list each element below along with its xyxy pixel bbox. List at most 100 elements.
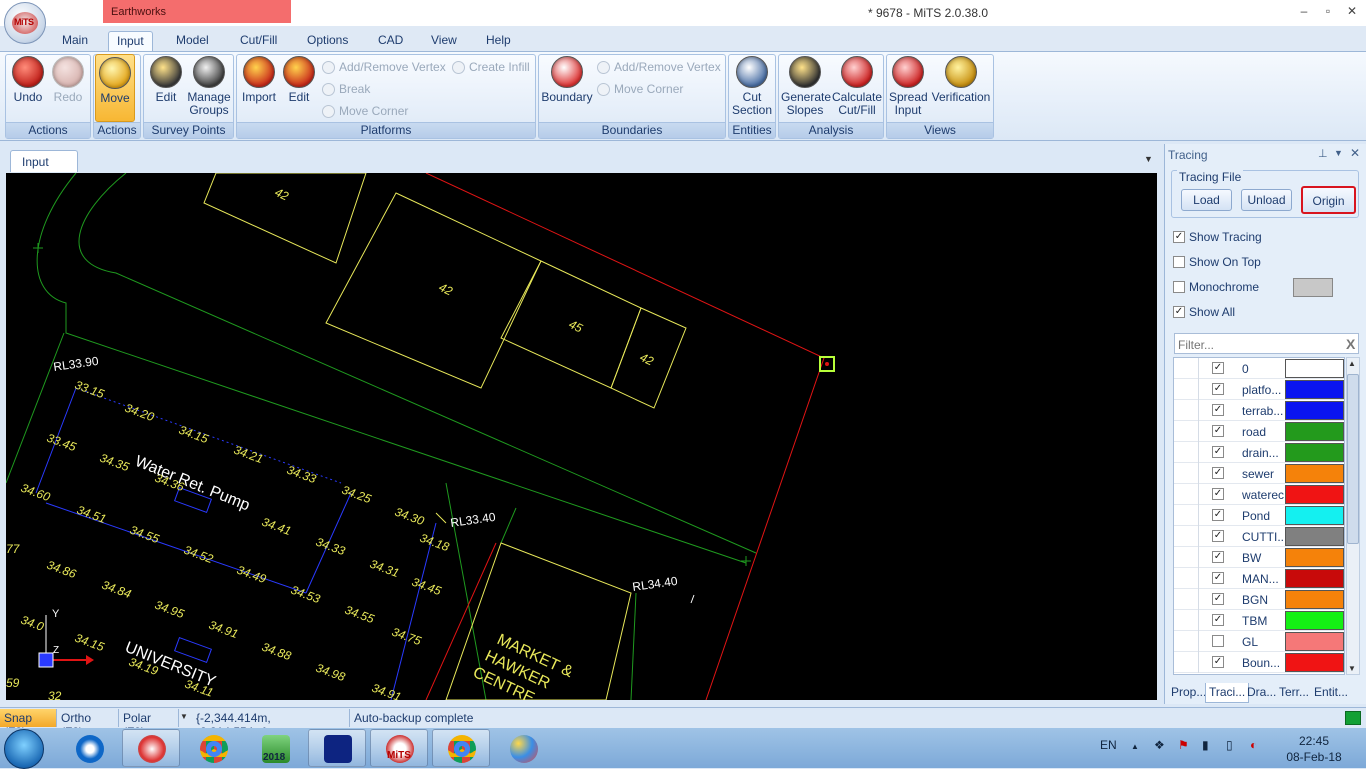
- polar-dropdown-icon[interactable]: ▼: [180, 712, 188, 721]
- layer-color-swatch[interactable]: [1285, 611, 1344, 630]
- tab-terrain[interactable]: Terr...: [1276, 683, 1312, 703]
- move-corner-button[interactable]: Move Corner: [322, 102, 408, 120]
- scroll-down-icon[interactable]: ▼: [1348, 664, 1356, 673]
- taskbar-chrome-2[interactable]: [432, 729, 490, 767]
- minimize-button[interactable]: –: [1294, 4, 1314, 20]
- monochrome-checkbox[interactable]: [1173, 281, 1185, 293]
- layer-row[interactable]: ✓ platfo...: [1174, 379, 1344, 400]
- tab-main[interactable]: Main: [54, 31, 96, 51]
- ortho-toggle[interactable]: Ortho (F8): [57, 709, 119, 739]
- tab-options[interactable]: Options: [299, 31, 356, 51]
- show-tracing-checkbox[interactable]: ✓: [1173, 231, 1185, 243]
- polar-toggle[interactable]: Polar (F9): [119, 709, 179, 739]
- tab-drawing[interactable]: Dra...: [1244, 683, 1279, 703]
- layer-row[interactable]: ✓ CUTTI...: [1174, 526, 1344, 547]
- layer-visibility-checkbox[interactable]: ✓: [1212, 425, 1224, 437]
- layer-color-swatch[interactable]: [1285, 464, 1344, 483]
- tab-input[interactable]: Input: [108, 31, 153, 51]
- dropbox-tray-icon[interactable]: ❖: [1154, 738, 1165, 752]
- redo-button[interactable]: Redo: [48, 56, 88, 104]
- start-button[interactable]: [4, 729, 44, 769]
- tab-help[interactable]: Help: [478, 31, 519, 51]
- layer-color-swatch[interactable]: [1285, 422, 1344, 441]
- monochrome-option[interactable]: Monochrome: [1173, 279, 1259, 295]
- taskbar-paint[interactable]: [494, 729, 552, 767]
- show-on-top-option[interactable]: Show On Top: [1173, 254, 1261, 270]
- show-tracing-option[interactable]: ✓ Show Tracing: [1173, 229, 1262, 245]
- layer-row[interactable]: ✓ MAN...: [1174, 568, 1344, 589]
- tab-entities[interactable]: Entit...: [1311, 683, 1351, 703]
- edit-platforms-button[interactable]: Edit: [280, 56, 318, 104]
- layer-color-swatch[interactable]: [1285, 653, 1344, 672]
- layer-color-swatch[interactable]: [1285, 380, 1344, 399]
- maximize-button[interactable]: ▫: [1318, 4, 1338, 20]
- tray-expand-icon[interactable]: ▲: [1131, 742, 1139, 751]
- panel-close-icon[interactable]: ✕: [1350, 146, 1360, 160]
- layer-visibility-checkbox[interactable]: ✓: [1212, 593, 1224, 605]
- taskbar-app-2018[interactable]: 2018: [246, 729, 304, 767]
- cut-section-button[interactable]: Cut Section: [730, 56, 774, 117]
- pin-icon[interactable]: ⊥: [1318, 147, 1328, 160]
- layer-row[interactable]: ✓ Boun...: [1174, 652, 1344, 673]
- origin-button[interactable]: Origin: [1301, 186, 1356, 214]
- layer-visibility-checkbox[interactable]: ✓: [1212, 467, 1224, 479]
- undo-button[interactable]: Undo: [8, 56, 48, 104]
- layer-row[interactable]: ✓ road: [1174, 421, 1344, 442]
- layer-row[interactable]: ✓ BW: [1174, 547, 1344, 568]
- layer-visibility-checkbox[interactable]: [1212, 635, 1224, 647]
- tab-model[interactable]: Model: [168, 31, 217, 51]
- layer-color-swatch[interactable]: [1285, 485, 1344, 504]
- panel-menu-icon[interactable]: ▼: [1334, 148, 1343, 158]
- layer-row[interactable]: ✓ Pond: [1174, 505, 1344, 526]
- show-all-checkbox[interactable]: ✓: [1173, 306, 1185, 318]
- network-tray-icon[interactable]: ▮: [1202, 738, 1209, 752]
- layer-visibility-checkbox[interactable]: ✓: [1212, 362, 1224, 374]
- calculate-cut-fill-button[interactable]: Calculate Cut/Fill: [832, 56, 882, 117]
- layer-color-swatch[interactable]: [1285, 443, 1344, 462]
- layer-color-swatch[interactable]: [1285, 632, 1344, 651]
- layer-row[interactable]: ✓ 0: [1174, 358, 1344, 379]
- layer-color-swatch[interactable]: [1285, 527, 1344, 546]
- tab-cut-fill[interactable]: Cut/Fill: [232, 31, 285, 51]
- edit-survey-points-button[interactable]: Edit: [147, 56, 185, 104]
- battery-tray-icon[interactable]: ▯: [1226, 738, 1233, 752]
- taskbar-chrome[interactable]: [184, 729, 242, 767]
- layer-row[interactable]: ✓ drain...: [1174, 442, 1344, 463]
- layer-row[interactable]: GL: [1174, 631, 1344, 652]
- layer-color-swatch[interactable]: [1285, 590, 1344, 609]
- language-indicator[interactable]: EN: [1100, 738, 1117, 752]
- monochrome-color-swatch[interactable]: [1293, 278, 1333, 297]
- layer-visibility-checkbox[interactable]: ✓: [1212, 488, 1224, 500]
- generate-slopes-button[interactable]: Generate Slopes: [781, 56, 831, 117]
- layer-visibility-checkbox[interactable]: ✓: [1212, 530, 1224, 542]
- tab-tracing[interactable]: Traci...: [1205, 683, 1250, 703]
- layer-row[interactable]: ✓ BGN: [1174, 589, 1344, 610]
- break-button[interactable]: Break: [322, 80, 370, 98]
- tab-view[interactable]: View: [423, 31, 465, 51]
- layer-visibility-checkbox[interactable]: ✓: [1212, 509, 1224, 521]
- document-tab-input[interactable]: Input: [10, 150, 78, 172]
- boundary-add-remove-vertex-button[interactable]: Add/Remove Vertex: [597, 58, 721, 76]
- manage-groups-button[interactable]: Manage Groups: [186, 56, 232, 117]
- show-all-option[interactable]: ✓ Show All: [1173, 304, 1235, 320]
- create-infill-button[interactable]: Create Infill: [452, 58, 530, 76]
- layer-visibility-checkbox[interactable]: ✓: [1212, 404, 1224, 416]
- boundary-move-corner-button[interactable]: Move Corner: [597, 80, 683, 98]
- layer-visibility-checkbox[interactable]: ✓: [1212, 656, 1224, 668]
- layer-visibility-checkbox[interactable]: ✓: [1212, 551, 1224, 563]
- taskbar-dropbox[interactable]: [308, 729, 366, 767]
- layer-color-swatch[interactable]: [1285, 506, 1344, 525]
- volume-tray-icon[interactable]: ◐: [1250, 738, 1257, 752]
- layer-visibility-checkbox[interactable]: ✓: [1212, 572, 1224, 584]
- layer-visibility-checkbox[interactable]: ✓: [1212, 446, 1224, 458]
- tab-cad[interactable]: CAD: [370, 31, 411, 51]
- verification-button[interactable]: Verification: [930, 56, 992, 104]
- add-remove-vertex-button[interactable]: Add/Remove Vertex: [322, 58, 446, 76]
- unload-button[interactable]: Unload: [1241, 189, 1292, 211]
- move-button[interactable]: Move: [95, 54, 135, 122]
- show-on-top-checkbox[interactable]: [1173, 256, 1185, 268]
- layer-visibility-checkbox[interactable]: ✓: [1212, 614, 1224, 626]
- snap-toggle[interactable]: Snap (F3): [0, 709, 57, 739]
- import-platforms-button[interactable]: Import: [239, 56, 279, 104]
- scroll-up-icon[interactable]: ▲: [1348, 359, 1356, 368]
